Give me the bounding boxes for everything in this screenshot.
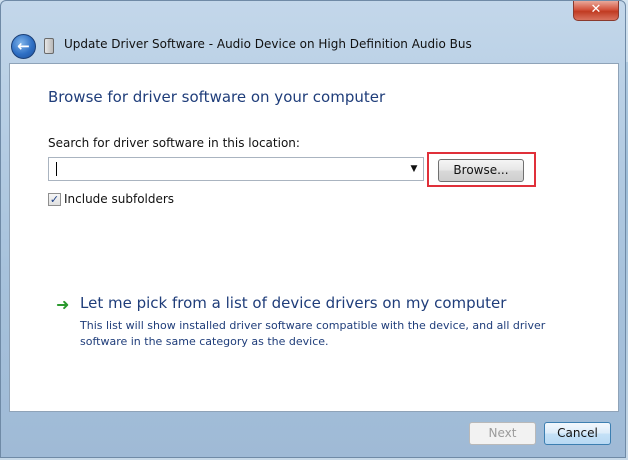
device-icon xyxy=(44,38,54,54)
chevron-down-icon[interactable]: ▼ xyxy=(405,158,423,180)
text-caret xyxy=(56,162,57,176)
search-location-label: Search for driver software in this locat… xyxy=(48,136,300,150)
back-arrow-icon: ← xyxy=(17,37,30,55)
close-button[interactable]: ✕ xyxy=(573,1,619,21)
page-heading: Browse for driver software on your compu… xyxy=(48,88,386,106)
search-location-combobox[interactable]: ▼ xyxy=(48,157,424,181)
title-bar: ✕ ← Update Driver Software - Audio Devic… xyxy=(1,1,625,63)
back-button[interactable]: ← xyxy=(11,34,36,59)
search-location-input[interactable] xyxy=(49,158,405,180)
window-title: Update Driver Software - Audio Device on… xyxy=(64,37,472,51)
include-subfolders-checkbox[interactable]: ✓ xyxy=(48,193,61,206)
wizard-content: Browse for driver software on your compu… xyxy=(9,63,619,412)
browse-button[interactable]: Browse... xyxy=(438,159,524,182)
close-icon: ✕ xyxy=(590,2,602,17)
next-button[interactable]: Next xyxy=(469,422,536,445)
pick-from-list-description: This list will show installed driver sof… xyxy=(80,319,546,348)
green-arrow-icon[interactable]: ➜ xyxy=(56,297,72,313)
update-driver-dialog: ✕ ← Update Driver Software - Audio Devic… xyxy=(0,0,626,458)
pick-from-list-link[interactable]: Let me pick from a list of device driver… xyxy=(80,294,506,312)
cancel-button[interactable]: Cancel xyxy=(544,422,611,445)
include-subfolders-label[interactable]: Include subfolders xyxy=(64,192,174,206)
